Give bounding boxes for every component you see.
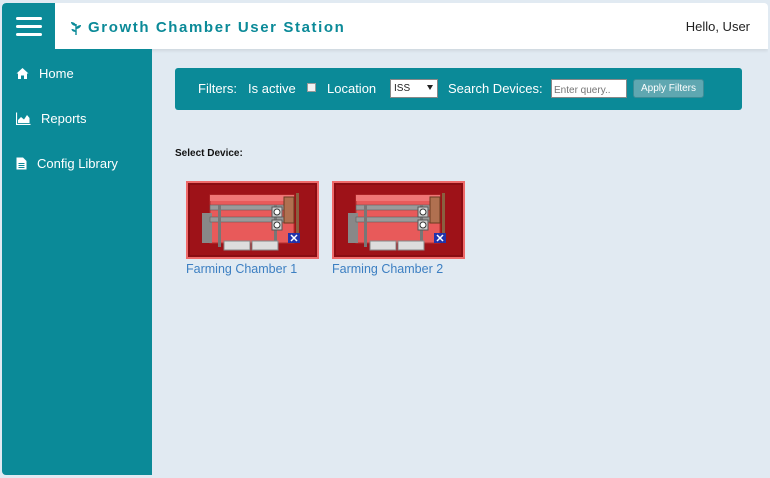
select-device-heading: Select Device:: [175, 148, 243, 159]
device-name-link[interactable]: Farming Chamber 1: [186, 262, 319, 276]
hamburger-icon-line: [15, 16, 42, 20]
app-brand: Growth Chamber User Station: [70, 17, 345, 37]
area-chart-icon: [16, 112, 31, 125]
device-image[interactable]: [332, 181, 465, 259]
hamburger-icon-line: [15, 32, 42, 36]
growth-chamber-icon: [334, 183, 463, 257]
is-active-checkbox[interactable]: [307, 83, 316, 92]
sidebar-item-home[interactable]: Home: [16, 66, 74, 81]
device-card-1[interactable]: Farming Chamber 1: [186, 181, 319, 276]
filters-label: Filters:: [198, 81, 237, 96]
sidebar-item-label: Config Library: [37, 156, 118, 171]
device-image[interactable]: [186, 181, 319, 259]
apply-filters-button[interactable]: Apply Filters: [633, 79, 704, 98]
home-icon: [16, 68, 29, 79]
sidebar-item-reports[interactable]: Reports: [16, 111, 87, 126]
sidebar-item-label: Home: [39, 66, 74, 81]
growth-chamber-icon: [188, 183, 317, 257]
search-devices-label: Search Devices:: [448, 81, 543, 96]
device-name-link[interactable]: Farming Chamber 2: [332, 262, 465, 276]
top-bar: Growth Chamber User Station Hello, User: [2, 3, 768, 49]
sidebar-item-label: Reports: [41, 111, 87, 126]
filter-bar: Filters: Is active Location ISS Search D…: [175, 68, 742, 110]
location-label: Location: [327, 81, 377, 96]
app-frame: Growth Chamber User Station Hello, User …: [2, 3, 768, 475]
location-select-value: ISS: [394, 83, 411, 94]
search-devices-input[interactable]: [551, 79, 627, 98]
user-greeting[interactable]: Hello, User: [686, 19, 750, 34]
is-active-label: Is active: [248, 81, 296, 96]
location-select[interactable]: ISS: [390, 79, 438, 98]
device-card-2[interactable]: Farming Chamber 2: [332, 181, 465, 276]
hamburger-icon-line: [15, 24, 42, 28]
caret-down-icon: [427, 85, 433, 90]
sprout-icon: [71, 21, 81, 35]
sidebar-item-config-library[interactable]: Config Library: [16, 156, 118, 171]
hamburger-menu-button[interactable]: [2, 3, 55, 49]
app-title: Growth Chamber User Station: [88, 18, 346, 36]
document-icon: [16, 157, 27, 170]
sidebar: Home Reports Config Library: [2, 49, 152, 475]
